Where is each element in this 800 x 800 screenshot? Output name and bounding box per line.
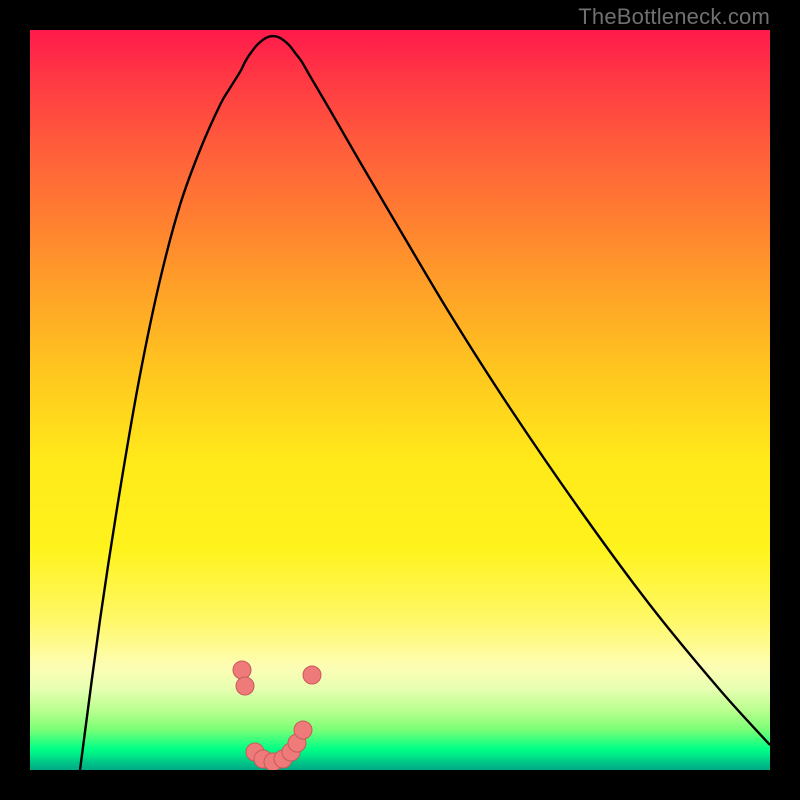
chart-frame: TheBottleneck.com [0, 0, 800, 800]
curve-marker [303, 666, 321, 684]
watermark-text: TheBottleneck.com [578, 4, 770, 30]
marker-group [233, 661, 321, 770]
curve-marker [233, 661, 251, 679]
curve-layer [30, 30, 770, 770]
curve-marker [236, 677, 254, 695]
plot-area [30, 30, 770, 770]
curve-marker [294, 721, 312, 739]
bottleneck-curve [80, 36, 770, 770]
